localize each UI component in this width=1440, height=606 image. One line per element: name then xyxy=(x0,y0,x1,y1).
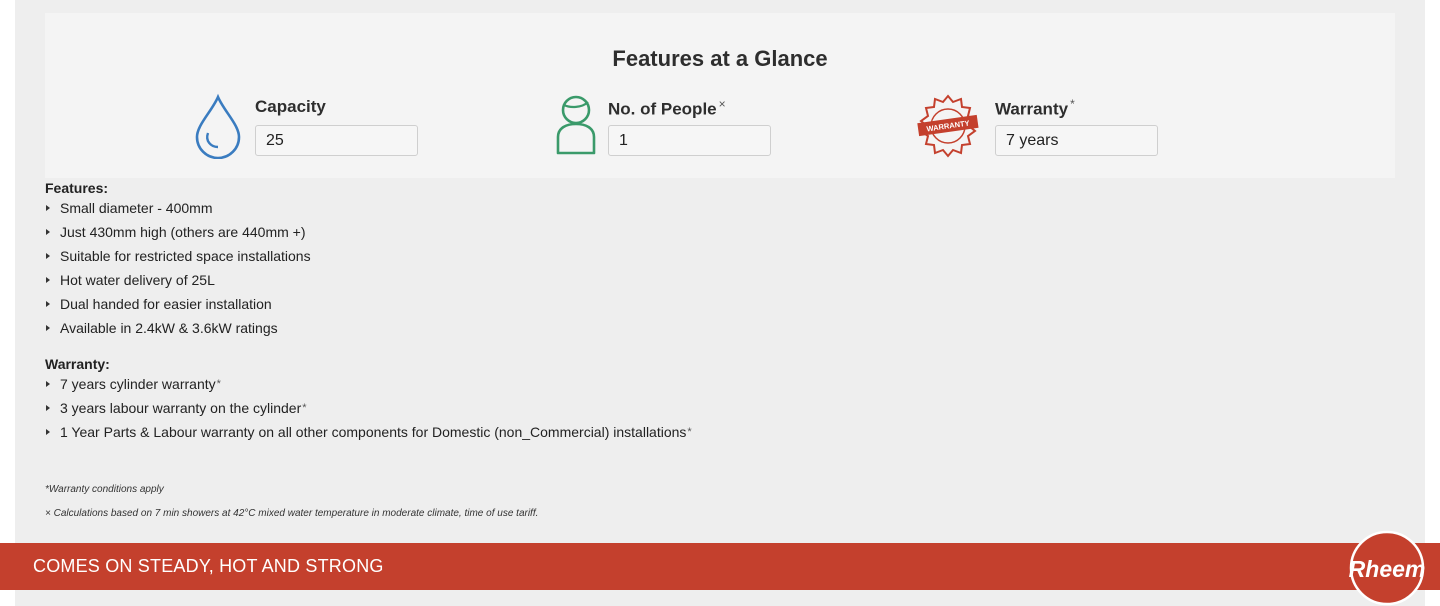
features-heading: Features: xyxy=(45,180,109,196)
capacity-label: Capacity xyxy=(255,97,326,116)
warranty-label-text: Warranty xyxy=(995,99,1069,119)
list-item: Small diameter - 400mm xyxy=(45,196,692,220)
rheem-logo[interactable]: Rheem xyxy=(1349,530,1425,606)
asterisk-mark: * xyxy=(687,426,692,438)
list-item-text: 1 Year Parts & Labour warranty on all ot… xyxy=(60,424,687,440)
logo-text: Rheem xyxy=(1349,556,1425,582)
tagline-banner: COMES ON STEADY, HOT AND STRONG xyxy=(0,543,1440,590)
list-item-text: 3 years labour warranty on the cylinder xyxy=(60,400,302,416)
list-item: Hot water delivery of 25L xyxy=(45,268,692,292)
warranty-mark: * xyxy=(1070,97,1075,111)
list-item: Available in 2.4kW & 3.6kW ratings xyxy=(45,316,692,340)
list-item: Just 430mm high (others are 440mm +) xyxy=(45,220,692,244)
calculation-footnote: × Calculations based on 7 min showers at… xyxy=(45,508,539,519)
list-item-text: 7 years cylinder warranty xyxy=(60,376,216,392)
list-item: 1 Year Parts & Labour warranty on all ot… xyxy=(45,420,692,444)
asterisk-mark: * xyxy=(302,402,307,414)
banner-tagline: COMES ON STEADY, HOT AND STRONG xyxy=(33,556,384,576)
people-field[interactable] xyxy=(608,125,771,156)
list-item: 3 years labour warranty on the cylinder* xyxy=(45,396,692,420)
person-icon xyxy=(556,95,596,155)
asterisk-mark: * xyxy=(216,378,221,390)
water-drop-icon xyxy=(195,93,241,159)
warranty-label: Warranty * xyxy=(995,97,1075,120)
list-item: 7 years cylinder warranty* xyxy=(45,372,692,396)
list-item: Dual handed for easier installation xyxy=(45,292,692,316)
warranty-field[interactable] xyxy=(995,125,1158,156)
people-calc-mark: × xyxy=(718,97,726,111)
capacity-field[interactable] xyxy=(255,125,418,156)
list-item: Suitable for restricted space installati… xyxy=(45,244,692,268)
warranty-list: 7 years cylinder warranty* 3 years labou… xyxy=(45,372,692,444)
people-label-text: No. of People xyxy=(608,99,717,119)
warranty-badge-icon: WARRANTY xyxy=(917,94,979,158)
warranty-footnote: *Warranty conditions apply xyxy=(45,484,164,495)
features-section: Features: Small diameter - 400mm Just 43… xyxy=(45,180,692,444)
footnotes: *Warranty conditions apply × Calculation… xyxy=(45,483,538,531)
features-list: Small diameter - 400mm Just 430mm high (… xyxy=(45,196,692,340)
people-label: No. of People × xyxy=(608,97,726,120)
features-at-a-glance-panel: Features at a Glance Capacity No. of Peo… xyxy=(45,13,1395,178)
glance-title: Features at a Glance xyxy=(612,46,828,71)
warranty-heading: Warranty: xyxy=(45,356,110,372)
